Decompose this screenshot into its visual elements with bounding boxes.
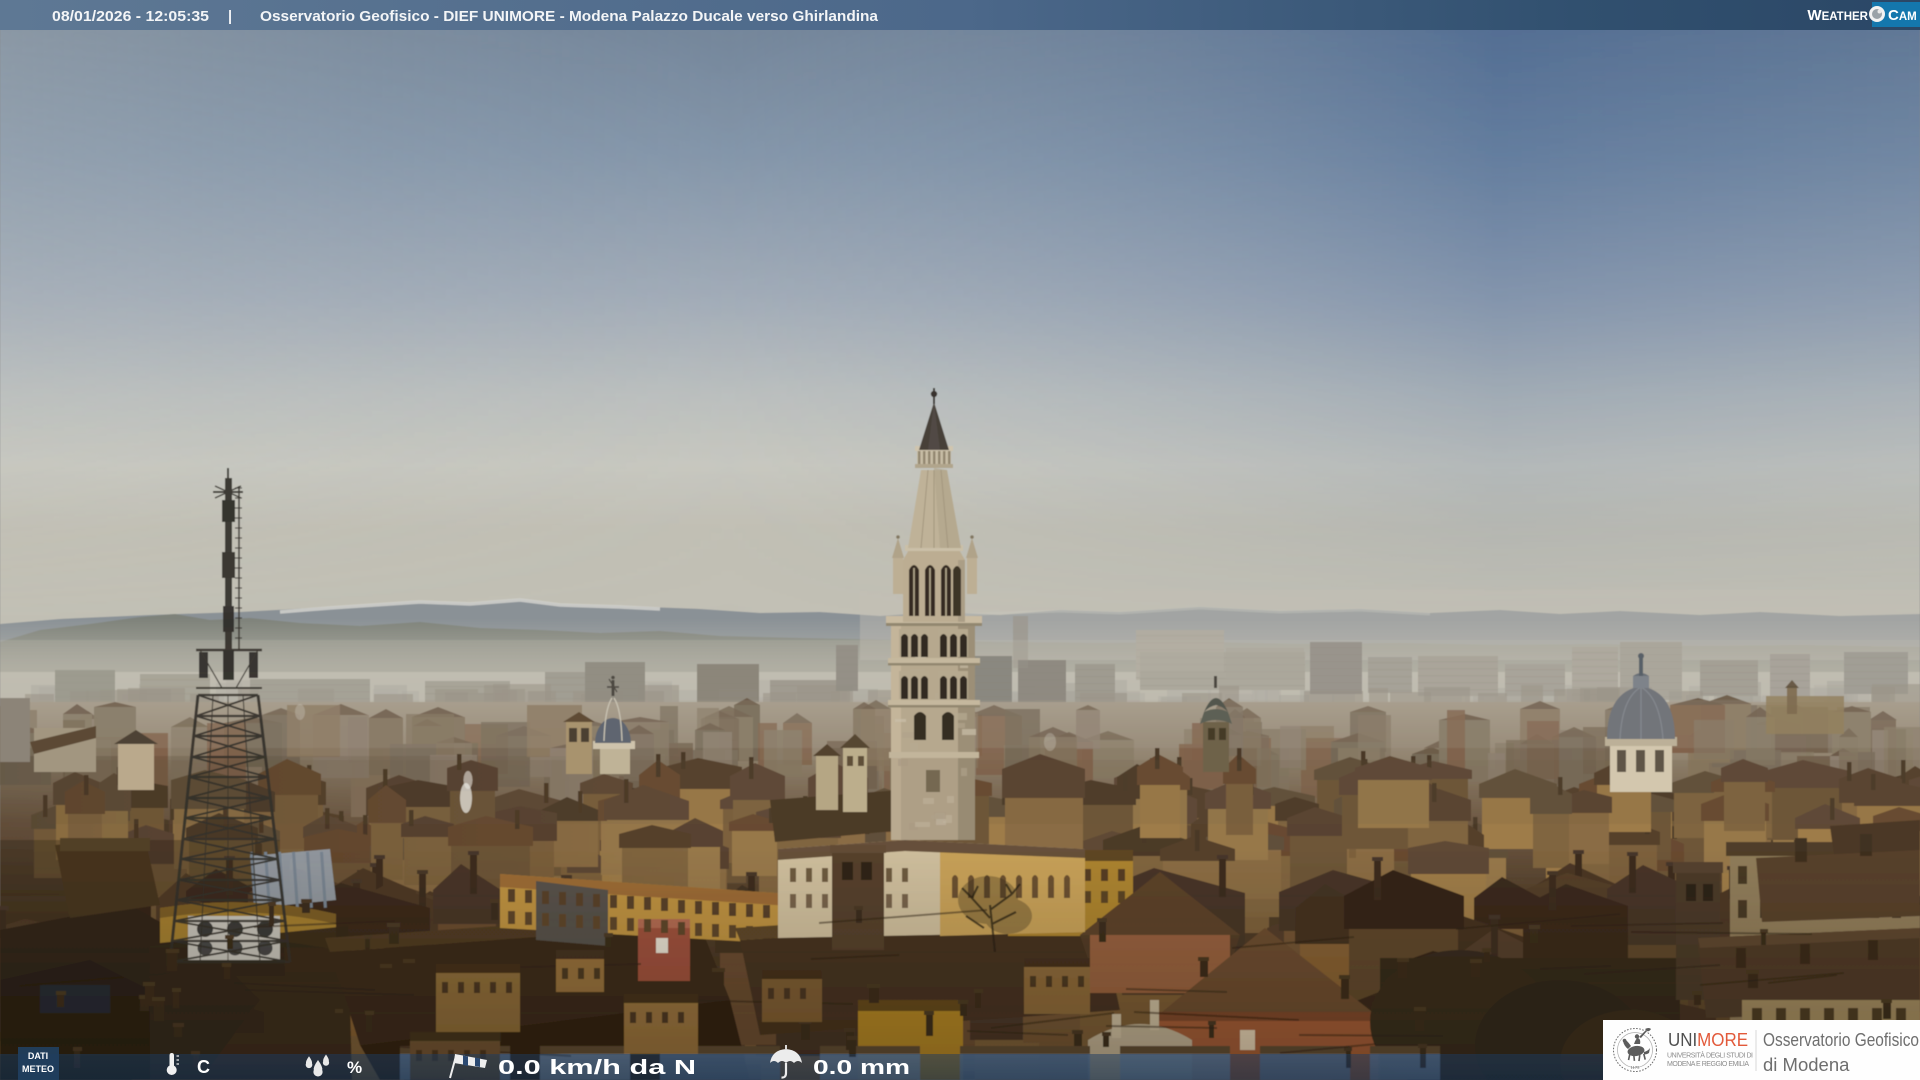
svg-text:UNIVERSITÀ DEGLI STUDI DI: UNIVERSITÀ DEGLI STUDI DI [1667, 1051, 1753, 1060]
svg-text:DATI: DATI [28, 1051, 48, 1061]
svg-text:C: C [197, 1057, 210, 1077]
svg-text:0.0 mm: 0.0 mm [813, 1057, 910, 1079]
svg-text:08/01/2026 - 12:05:35: 08/01/2026 - 12:05:35 [52, 9, 209, 25]
svg-text:METEO: METEO [22, 1064, 54, 1074]
svg-text:|: | [228, 9, 232, 25]
svg-text:Osservatorio Geofisico - DIEF: Osservatorio Geofisico - DIEF UNIMORE - … [260, 9, 879, 25]
svg-text:di Modena: di Modena [1763, 1054, 1850, 1075]
svg-text:%: % [347, 1058, 362, 1077]
svg-text:UNIMORE: UNIMORE [1668, 1030, 1748, 1050]
svg-text:1175: 1175 [1631, 1065, 1641, 1070]
svg-text:Osservatorio Geofisico: Osservatorio Geofisico [1763, 1029, 1919, 1050]
svg-text:0.0 km/h da N: 0.0 km/h da N [498, 1057, 696, 1079]
svg-text:MODENA E REGGIO EMILIA: MODENA E REGGIO EMILIA [1667, 1061, 1749, 1068]
